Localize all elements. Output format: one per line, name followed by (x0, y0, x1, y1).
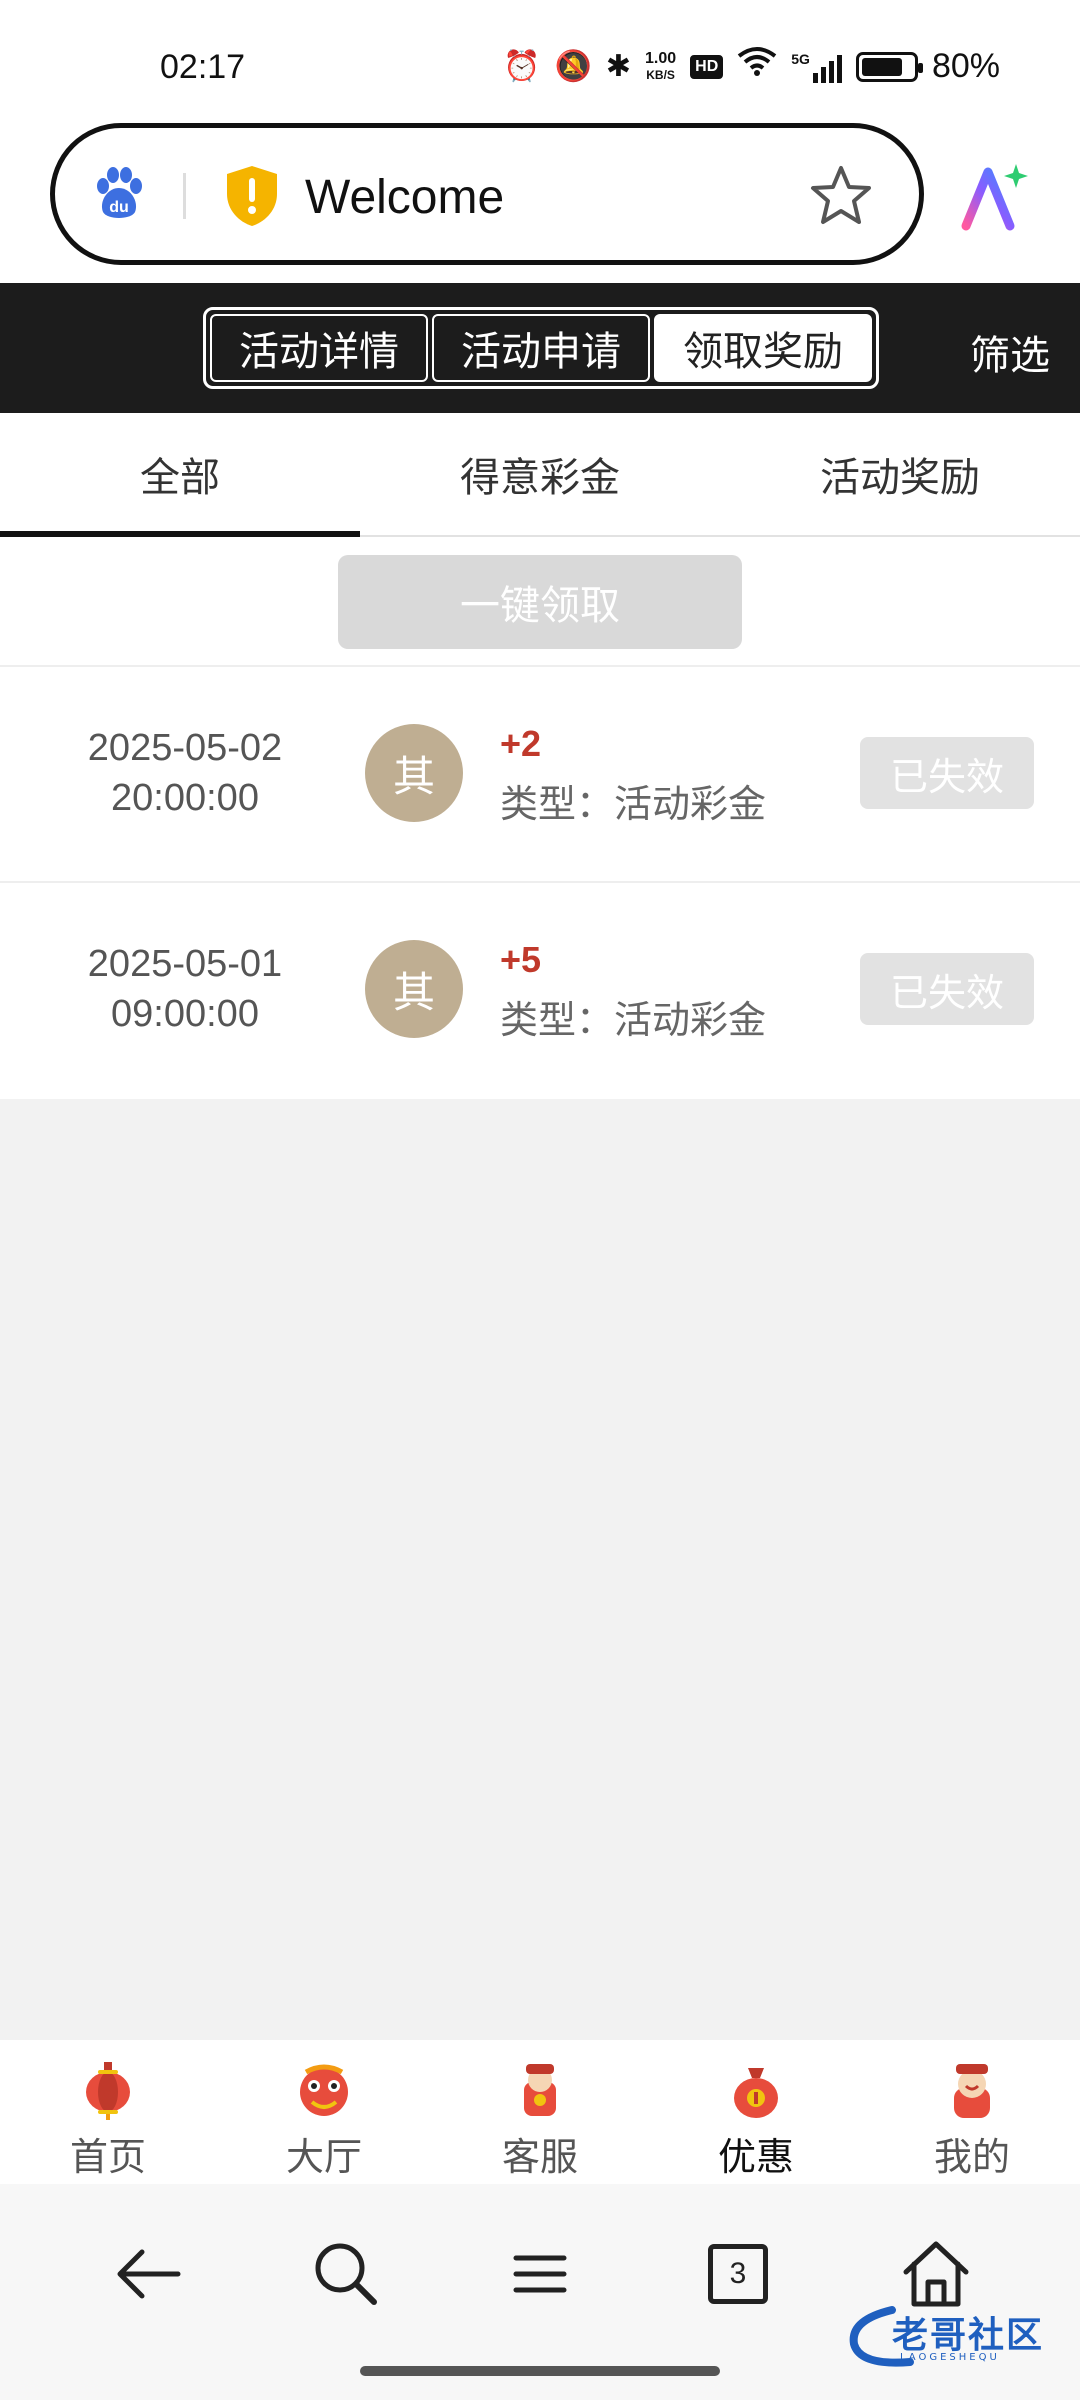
page-header: 活动详情 活动申请 领取奖励 筛选 (0, 283, 1080, 413)
wifi-icon (737, 46, 777, 87)
filter-button[interactable]: 筛选 (970, 323, 1050, 381)
segment-activity-details[interactable]: 活动详情 (210, 314, 428, 382)
nav-label: 客服 (501, 2135, 578, 2179)
god-of-wealth-icon (524, 2064, 556, 2116)
nav-label: 首页 (69, 2135, 146, 2179)
ai-assistant-icon[interactable] (958, 160, 1032, 234)
watermark-subtext: LAOGESHEQU (900, 2352, 1000, 2363)
url-title: Welcome (305, 171, 505, 224)
lantern-icon (86, 2062, 130, 2120)
record-type: 类型：活动彩金 (500, 782, 767, 826)
money-bag-icon (734, 2068, 778, 2118)
home-indicator[interactable] (360, 2366, 720, 2376)
list-item: 2025-05-01 09:00:00 其 +5 类型：活动彩金 已失效 (0, 883, 1080, 1099)
warning-shield-icon[interactable] (223, 164, 281, 228)
status-icons: ⏰ 🔕 ✱ 1.00 KB/S HD 5G 80% (503, 46, 1000, 87)
record-type: 类型：活动彩金 (500, 998, 767, 1042)
watermark-text: 老哥社区 (892, 2315, 1045, 2356)
nav-label: 我的 (933, 2135, 1010, 2179)
hd-icon: HD (690, 54, 724, 79)
app-bottom-nav: 首页 大厅 客服 优惠 我的 (0, 2040, 1080, 2184)
nav-lobby[interactable]: 大厅 (216, 2040, 432, 2184)
menu-icon[interactable] (500, 2234, 580, 2314)
baidu-logo-icon[interactable]: du (91, 166, 147, 222)
nav-mine[interactable]: 我的 (864, 2040, 1080, 2184)
nav-promotions[interactable]: 优惠 (648, 2040, 864, 2184)
nav-label: 大厅 (285, 2135, 362, 2179)
segment-activity-apply[interactable]: 活动申请 (432, 314, 650, 382)
url-separator (183, 173, 186, 219)
claim-area: 一键领取 (0, 537, 1080, 667)
record-status-button[interactable]: 已失效 (860, 953, 1034, 1025)
nav-home[interactable]: 首页 (0, 2040, 216, 2184)
nav-label: 优惠 (717, 2135, 794, 2179)
records-list: 2025-05-02 20:00:00 其 +2 类型：活动彩金 已失效 202… (0, 667, 1080, 1099)
record-type-badge: 其 (365, 940, 463, 1038)
browser-address-bar: du Welcome (0, 120, 1080, 283)
battery-percent: 80% (931, 47, 1000, 85)
segmented-control: 活动详情 活动申请 领取奖励 (203, 307, 879, 389)
tab-bonus[interactable]: 得意彩金 (360, 413, 720, 535)
url-field[interactable]: du Welcome (50, 123, 924, 265)
battery-icon (855, 51, 923, 82)
fortune-character-icon (954, 2064, 990, 2118)
svg-text:du: du (109, 199, 129, 216)
record-amount: +5 (500, 939, 542, 980)
alarm-icon: ⏰ (503, 49, 541, 83)
search-icon[interactable] (306, 2234, 386, 2314)
record-type-badge: 其 (365, 724, 463, 822)
lion-dance-icon (300, 2064, 348, 2116)
record-datetime: 2025-05-01 09:00:00 (60, 939, 310, 1039)
mute-icon: 🔕 (554, 49, 592, 83)
segment-claim-rewards[interactable]: 领取奖励 (654, 314, 872, 382)
nav-service[interactable]: 客服 (432, 2040, 648, 2184)
record-date: 2025-05-01 (87, 943, 283, 985)
record-time: 09:00:00 (111, 993, 259, 1035)
record-amount: +2 (500, 723, 542, 764)
tab-count: 3 (708, 2244, 768, 2304)
record-time: 20:00:00 (111, 777, 259, 819)
tabs-button[interactable]: 3 (698, 2234, 778, 2314)
record-status-button[interactable]: 已失效 (860, 737, 1034, 809)
claim-all-button[interactable]: 一键领取 (338, 555, 742, 649)
tab-all[interactable]: 全部 (0, 413, 360, 537)
bookmark-star-icon[interactable] (807, 162, 875, 230)
net-speed: 1.00 KB/S (645, 49, 677, 82)
bluetooth-icon: ✱ (605, 49, 631, 83)
status-time: 02:17 (160, 48, 246, 86)
tab-activity-rewards[interactable]: 活动奖励 (720, 413, 1080, 535)
record-datetime: 2025-05-02 20:00:00 (60, 723, 310, 823)
list-item: 2025-05-02 20:00:00 其 +2 类型：活动彩金 已失效 (0, 667, 1080, 883)
back-arrow-icon[interactable] (108, 2234, 188, 2314)
signal-icon: 5G (791, 51, 842, 83)
record-date: 2025-05-02 (87, 727, 283, 769)
sub-tabs: 全部 得意彩金 活动奖励 (0, 413, 1080, 537)
status-bar: 02:17 ⏰ 🔕 ✱ 1.00 KB/S HD 5G 80% (0, 0, 1080, 120)
